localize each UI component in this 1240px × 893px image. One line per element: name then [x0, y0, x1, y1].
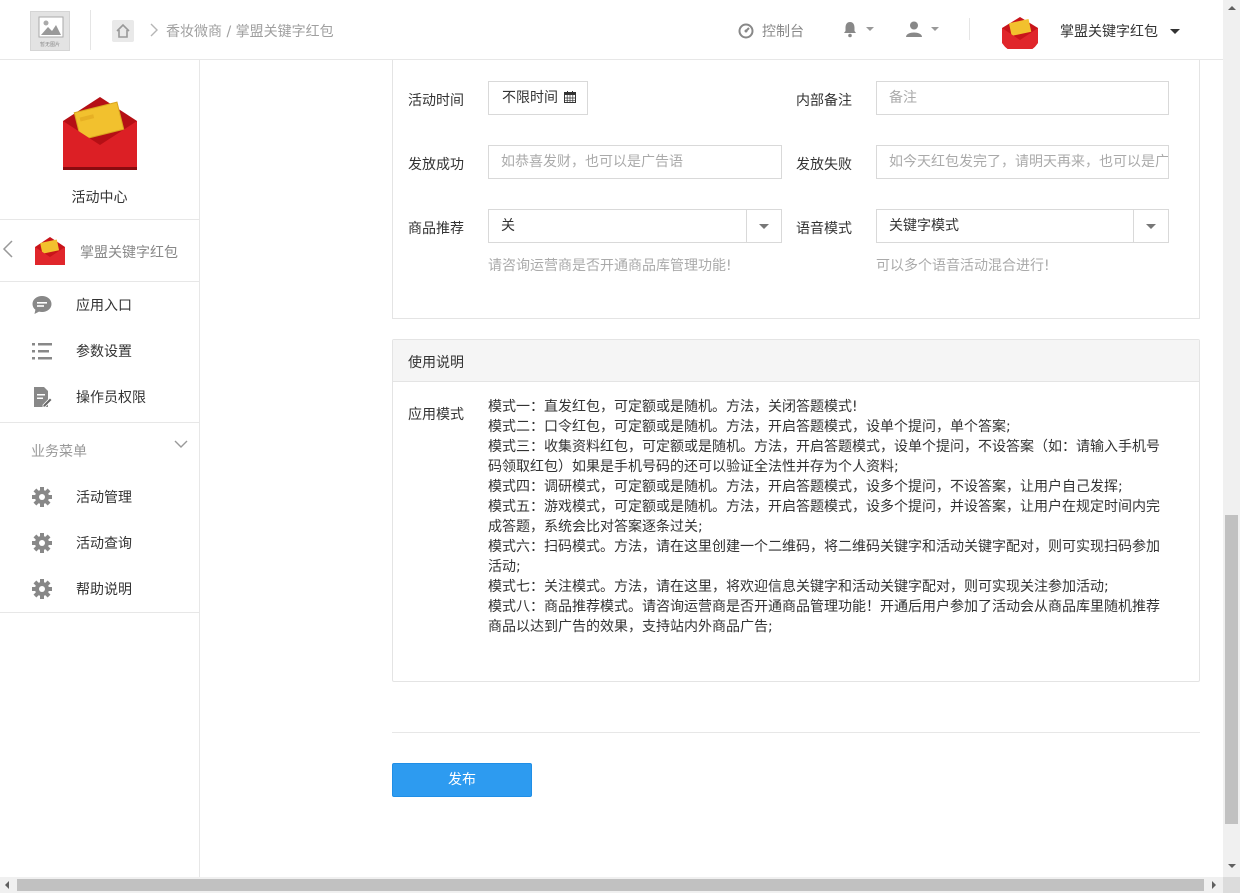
app-avatar[interactable] [999, 11, 1041, 53]
sidebar-business-menu: 活动管理 活动查询 帮助说明 [0, 474, 199, 613]
sidebar-item-label: 帮助说明 [76, 582, 132, 598]
gear-icon [32, 487, 52, 507]
chevron-right-icon [150, 23, 158, 37]
caret-down-icon [931, 27, 939, 31]
sidebar-group-business-menu[interactable]: 业务菜单 [0, 422, 199, 474]
publish-button[interactable]: 发布 [392, 763, 532, 797]
fail-message-input[interactable]: 如今天红包发完了，请明天再来，也可以是广告语 [876, 145, 1169, 179]
success-label: 发放成功 [408, 157, 464, 173]
sidebar-item-label: 操作员权限 [76, 390, 146, 406]
voice-mode-value: 关键字模式 [889, 218, 959, 234]
console-label: 控制台 [762, 24, 804, 40]
sidebar-item-label: 应用入口 [76, 298, 132, 314]
sidebar-item-label: 参数设置 [76, 344, 132, 360]
activity-time-value: 不限时间 [502, 90, 558, 106]
calendar-icon [564, 91, 577, 103]
scroll-right-arrow-icon[interactable] [1212, 881, 1216, 889]
horizontal-scroll-thumb[interactable] [17, 879, 1204, 891]
sidebar-item-label: 活动管理 [76, 490, 132, 506]
activity-time-label: 活动时间 [408, 93, 464, 109]
usage-mode-label: 应用模式 [408, 407, 464, 423]
sidebar: 活动中心 掌盟关键字红包 应用入口 参数设置 操作员权限 业务菜单 活动管理 活… [0, 60, 200, 877]
voice-mode-select[interactable]: 关键字模式 [876, 209, 1169, 243]
product-recommend-hint: 请咨询运营商是否开通商品库管理功能! [488, 258, 732, 274]
usage-mode-list: 模式一：直发红包，可定额或是随机。方法，关闭答题模式! 模式二：口令红包，可定额… [488, 397, 1168, 637]
chevron-down-icon[interactable] [746, 210, 781, 242]
sidebar-item-label: 活动查询 [76, 536, 132, 552]
note-label: 内部备注 [796, 93, 852, 109]
top-bar: 暂无图片 香妆微商 / 掌盟关键字红包 控制台 掌盟关键字红包 [0, 0, 1223, 60]
usage-mode-line: 模式二：口令红包，可定额或是随机。方法，开启答题模式，设单个提问，单个答案; [488, 419, 1011, 435]
red-envelope-icon [999, 11, 1041, 53]
chat-bubble-icon [32, 296, 52, 314]
note-input[interactable]: 备注 [876, 81, 1169, 115]
home-icon[interactable] [112, 20, 134, 42]
fail-label: 发放失败 [796, 157, 852, 173]
usage-panel-title: 使用说明 [393, 340, 1199, 382]
success-message-input[interactable]: 如恭喜发财，也可以是广告语 [488, 145, 782, 179]
sidebar-item-activity-query[interactable]: 活动查询 [0, 520, 199, 566]
user-icon [906, 21, 922, 37]
image-placeholder-icon [38, 16, 64, 38]
sidebar-hero: 活动中心 [0, 60, 199, 220]
usage-mode-line: 模式六：扫码模式。方法，请在这里创建一个二维码，将二维码关键字和活动关键字配对，… [488, 539, 1160, 575]
product-recommend-select[interactable]: 关 [488, 209, 782, 243]
logo[interactable]: 暂无图片 [30, 11, 70, 51]
scroll-down-arrow-icon[interactable] [1228, 864, 1236, 868]
list-icon [32, 343, 52, 360]
caret-down-icon [866, 27, 874, 31]
usage-mode-line: 模式五：游戏模式，可定额或是随机。方法，开启答题模式，设多个提问，并设答案，让用… [488, 499, 1160, 535]
scroll-left-arrow-icon[interactable] [5, 881, 9, 889]
sidebar-current-app[interactable]: 掌盟关键字红包 [0, 221, 199, 282]
sidebar-hero-title: 活动中心 [71, 190, 128, 206]
bell-icon [844, 22, 856, 38]
console-link[interactable]: 控制台 [738, 21, 804, 41]
app-name-label: 掌盟关键字红包 [1060, 24, 1158, 40]
vertical-scroll-thumb[interactable] [1225, 515, 1238, 824]
gear-icon [32, 533, 52, 553]
usage-mode-line: 模式一：直发红包，可定额或是随机。方法，关闭答题模式! [488, 399, 858, 415]
divider [90, 10, 91, 50]
usage-mode-line: 模式八：商品推荐模式。请咨询运营商是否开通商品管理功能！开通后用户参加了活动会从… [488, 599, 1160, 635]
breadcrumb[interactable]: 香妆微商 / 掌盟关键字红包 [166, 21, 334, 41]
sidebar-group-label: 业务菜单 [31, 444, 87, 460]
chevron-down-icon[interactable] [174, 439, 188, 449]
dashboard-icon [738, 23, 754, 39]
product-recommend-label: 商品推荐 [408, 221, 464, 237]
user-dropdown[interactable] [905, 20, 939, 38]
usage-mode-line: 模式七：关注模式。方法，请在这里，将欢迎信息关键字和活动关键字配对，则可实现关注… [488, 579, 1109, 595]
activity-time-picker[interactable]: 不限时间 [488, 81, 588, 115]
sidebar-current-app-label: 掌盟关键字红包 [80, 245, 178, 261]
voice-mode-hint: 可以多个语音活动混合进行! [876, 258, 1050, 274]
divider [392, 732, 1200, 733]
chevron-left-icon[interactable] [2, 239, 14, 259]
red-envelope-icon [35, 237, 65, 265]
app-switcher[interactable]: 掌盟关键字红包 [1060, 21, 1180, 41]
product-recommend-value: 关 [501, 218, 515, 234]
caret-down-icon [1170, 28, 1180, 34]
notification-dropdown[interactable] [842, 20, 874, 38]
gear-icon [32, 579, 52, 599]
scroll-up-arrow-icon[interactable] [1228, 6, 1236, 10]
divider [969, 18, 970, 40]
sidebar-item-app-entry[interactable]: 应用入口 [0, 282, 199, 328]
sidebar-menu: 应用入口 参数设置 操作员权限 [0, 282, 199, 420]
sidebar-item-params[interactable]: 参数设置 [0, 328, 199, 374]
chevron-down-icon[interactable] [1133, 210, 1168, 242]
vertical-scrollbar[interactable] [1223, 0, 1240, 877]
edit-doc-icon [34, 387, 53, 408]
horizontal-scrollbar[interactable] [0, 877, 1223, 893]
voice-mode-label: 语音模式 [796, 221, 852, 237]
settings-form-panel: 活动时间 不限时间 内部备注 备注 发放成功 如恭喜发财，也可以是广告语 发放失… [392, 60, 1200, 319]
sidebar-item-help[interactable]: 帮助说明 [0, 566, 199, 612]
usage-instructions-panel: 使用说明 应用模式 模式一：直发红包，可定额或是随机。方法，关闭答题模式! 模式… [392, 339, 1200, 682]
scrollbar-corner [1223, 877, 1240, 893]
red-envelope-icon [63, 97, 137, 170]
usage-mode-line: 模式四：调研模式，可定额或是随机。方法，开启答题模式，设多个提问，不设答案，让用… [488, 479, 1123, 495]
sidebar-item-activity-manage[interactable]: 活动管理 [0, 474, 199, 520]
usage-mode-line: 模式三：收集资料红包，可定额或是随机。方法，开启答题模式，设单个提问，不设答案（… [488, 439, 1160, 475]
sidebar-item-permissions[interactable]: 操作员权限 [0, 374, 199, 420]
logo-text: 暂无图片 [39, 42, 60, 48]
